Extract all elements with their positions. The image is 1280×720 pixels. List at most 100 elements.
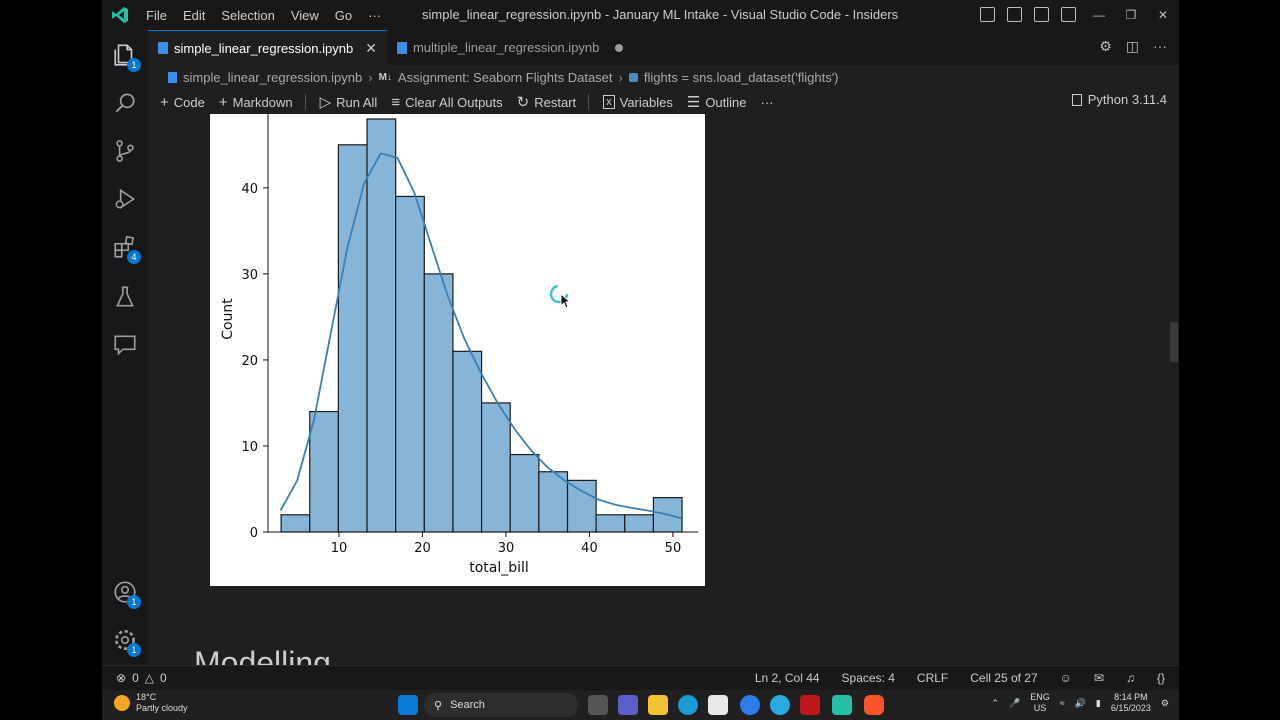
- warning-count: 0: [159, 671, 167, 685]
- help-icon[interactable]: [770, 695, 790, 715]
- accounts-button[interactable]: 1: [102, 569, 148, 615]
- manage-button[interactable]: 1: [102, 617, 148, 663]
- split-editor-icon[interactable]: ◫: [1126, 38, 1139, 55]
- extensions-button[interactable]: 4: [102, 224, 148, 270]
- clear-all-outputs-button[interactable]: ≡ Clear All Outputs: [391, 94, 502, 111]
- file-explorer-icon[interactable]: [648, 695, 668, 715]
- end-of-line[interactable]: CRLF: [917, 671, 948, 685]
- close-tab-icon[interactable]: ✕: [365, 40, 377, 57]
- run-all-button[interactable]: ▷ Run All: [320, 93, 378, 111]
- menu-go[interactable]: Go: [327, 8, 360, 23]
- histogram-bar: [337, 144, 368, 533]
- clock-date: 6/15/2023: [1110, 703, 1151, 713]
- cell-position[interactable]: Cell 25 of 27: [970, 671, 1037, 685]
- variables-button[interactable]: x Variables: [603, 95, 673, 110]
- variables-icon: x: [603, 95, 615, 109]
- vscode-logo-icon: [102, 0, 138, 30]
- search-button[interactable]: [102, 80, 148, 126]
- menu-view[interactable]: View: [283, 8, 327, 23]
- add-code-cell-button[interactable]: + Code: [160, 94, 205, 111]
- breadcrumb-cell[interactable]: flights = sns.load_dataset('flights'): [644, 70, 839, 85]
- extensions-badge: 4: [127, 250, 141, 264]
- more-toolbar-button[interactable]: ···: [761, 95, 774, 110]
- cursor-position[interactable]: Ln 2, Col 44: [755, 671, 820, 685]
- restore-icon[interactable]: ❐: [1115, 0, 1147, 30]
- battery-icon[interactable]: ▮: [1096, 698, 1101, 709]
- toggle-panel-icon[interactable]: [1007, 7, 1022, 22]
- language-indicator[interactable]: ENG US: [1030, 692, 1050, 714]
- close-icon[interactable]: ✕: [1147, 0, 1179, 30]
- menu-file[interactable]: File: [138, 8, 175, 23]
- histogram-output: 10 20 30 40 50 0 10 20 30 40 total_bill Count: [210, 114, 705, 586]
- source-control-button[interactable]: [102, 128, 148, 174]
- indentation[interactable]: Spaces: 4: [842, 671, 895, 685]
- more-label: ···: [760, 94, 774, 110]
- toggle-secondary-sidebar-icon[interactable]: [1034, 7, 1049, 22]
- task-view-icon[interactable]: [588, 695, 608, 715]
- x-tick-label: 40: [581, 541, 598, 556]
- x-tick-label: 30: [498, 541, 515, 556]
- problems-status[interactable]: ⊗ 0 △ 0: [116, 671, 167, 685]
- kernel-picker[interactable]: Python 3.11.4: [1071, 92, 1167, 107]
- mcafee-icon[interactable]: [800, 695, 820, 715]
- explorer-button[interactable]: 1: [102, 32, 148, 78]
- menu-more[interactable]: ···: [360, 8, 389, 23]
- menu-selection[interactable]: Selection: [213, 8, 282, 23]
- outline-button[interactable]: ☰ Outline: [687, 93, 747, 111]
- add-markdown-cell-button[interactable]: + Markdown: [219, 94, 293, 111]
- x-tick-label: 10: [331, 541, 348, 556]
- bell-icon[interactable]: ♫: [1126, 671, 1135, 685]
- clock[interactable]: 8:14 PM 6/15/2023: [1111, 692, 1151, 714]
- volume-icon[interactable]: 🔊: [1075, 698, 1086, 709]
- restart-button[interactable]: ↻ Restart: [517, 93, 576, 111]
- wifi-icon[interactable]: ≈: [1060, 698, 1065, 708]
- microphone-icon[interactable]: 🎤: [1009, 698, 1020, 709]
- remote-explorer-button[interactable]: [102, 322, 148, 368]
- feedback-icon[interactable]: ✉: [1094, 671, 1104, 685]
- scrollbar-thumb[interactable]: [1170, 322, 1178, 362]
- unsaved-dot-icon[interactable]: [615, 43, 624, 52]
- edge-browser-icon[interactable]: [678, 695, 698, 715]
- weather-widget[interactable]: 18°C Partly cloudy: [114, 692, 188, 714]
- menu-edit[interactable]: Edit: [175, 8, 213, 23]
- histogram-bar: [395, 195, 425, 533]
- kernel-label: Python 3.11.4: [1087, 92, 1167, 107]
- title-bar: File Edit Selection View Go ··· simple_l…: [102, 0, 1179, 30]
- gear-icon[interactable]: ⚙: [1099, 38, 1112, 55]
- chevron-right-icon: ›: [368, 69, 373, 85]
- microsoft-store-icon[interactable]: [708, 695, 728, 715]
- braces-icon[interactable]: {}: [1157, 671, 1165, 685]
- more-actions-icon[interactable]: ···: [1153, 38, 1167, 55]
- notebook-icon: [396, 41, 407, 54]
- breadcrumb-file[interactable]: simple_linear_regression.ipynb: [183, 70, 362, 85]
- teams-chat-icon[interactable]: [618, 695, 638, 715]
- tab-simple-linear-regression[interactable]: simple_linear_regression.ipynb ✕: [148, 30, 387, 65]
- kernel-icon: [1071, 93, 1082, 106]
- notification-icon[interactable]: ⚙: [1161, 698, 1169, 709]
- windows-start-icon[interactable]: [398, 695, 418, 715]
- outline-icon: ☰: [686, 94, 701, 111]
- taskbar-search-label: Search: [450, 699, 485, 711]
- edge-dev-icon[interactable]: [740, 695, 760, 715]
- customize-layout-icon[interactable]: [1061, 7, 1076, 22]
- tab-multiple-linear-regression[interactable]: multiple_linear_regression.ipynb: [387, 30, 633, 65]
- x-tick-label: 20: [414, 541, 431, 556]
- vscode-insiders-icon[interactable]: [832, 695, 852, 715]
- breadcrumb-section[interactable]: Assignment: Seaborn Flights Dataset: [398, 70, 613, 85]
- chevron-up-icon[interactable]: ⌃: [991, 698, 999, 709]
- copilot-icon[interactable]: ☺: [1060, 671, 1072, 685]
- minimize-icon[interactable]: —: [1083, 0, 1115, 30]
- toggle-primary-sidebar-icon[interactable]: [980, 7, 995, 22]
- taskbar-search[interactable]: ⚲ Search: [424, 693, 578, 717]
- markdown-icon: M↓: [378, 71, 392, 83]
- brave-browser-icon[interactable]: [864, 695, 884, 715]
- plus-icon: +: [160, 93, 169, 111]
- histogram-bar: [509, 453, 540, 533]
- histogram-bar: [423, 273, 454, 533]
- tab-label: multiple_linear_regression.ipynb: [412, 40, 600, 55]
- error-icon: ⊗: [116, 671, 127, 685]
- run-debug-icon: [115, 188, 136, 210]
- testing-button[interactable]: [102, 274, 148, 320]
- histogram-bar: [280, 514, 311, 533]
- run-debug-button[interactable]: [102, 176, 148, 222]
